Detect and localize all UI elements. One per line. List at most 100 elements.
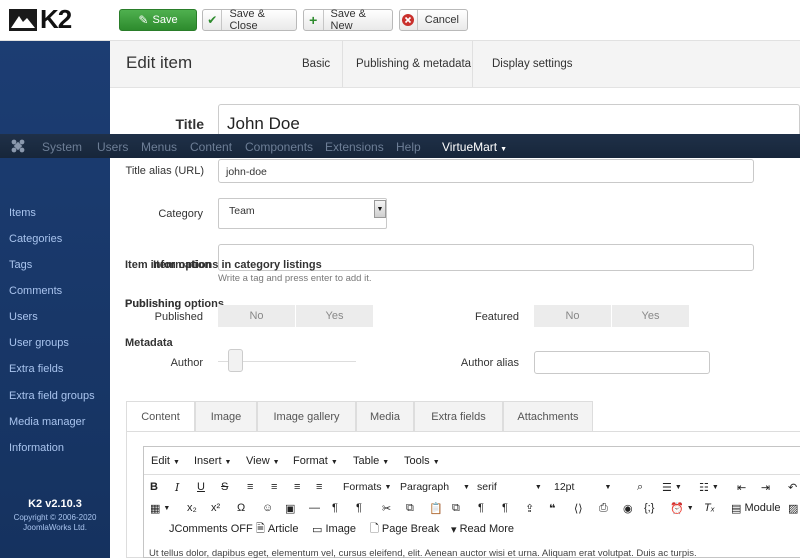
tab-image-gallery[interactable]: Image gallery: [257, 401, 356, 432]
preview-icon[interactable]: ◉: [623, 500, 633, 516]
menu-help[interactable]: Help: [396, 140, 421, 154]
align-right-icon[interactable]: ≡: [294, 479, 300, 495]
print-icon[interactable]: ⎙: [599, 500, 608, 516]
article-button[interactable]: 🗎 Article: [256, 521, 298, 537]
blockquote-icon[interactable]: ❝: [549, 500, 555, 516]
save-close-button[interactable]: ✔ Save & Close: [202, 8, 297, 32]
item-options-heading: Item options in category listings: [153, 259, 322, 271]
tab-attachments[interactable]: Attachments: [503, 401, 593, 432]
joomla-icon[interactable]: [11, 139, 25, 156]
strikethrough-icon[interactable]: S: [221, 479, 228, 495]
menu-extensions[interactable]: Extensions: [325, 140, 384, 154]
sidebar-item-user-groups[interactable]: User groups: [9, 337, 69, 349]
align-justify-icon[interactable]: ≡: [316, 479, 322, 495]
editor-menu-edit[interactable]: Edit ▼: [151, 455, 180, 467]
tab-display-settings[interactable]: Display settings: [492, 58, 573, 70]
published-toggle[interactable]: No Yes: [218, 305, 374, 327]
table-icon[interactable]: ▦ ▼: [150, 500, 170, 516]
menu-menus[interactable]: Menus: [141, 140, 177, 154]
editor-menu-tools[interactable]: Tools ▼: [404, 455, 440, 467]
image-button[interactable]: ▭ Image: [312, 521, 356, 537]
tab-basic[interactable]: Basic: [302, 58, 330, 70]
paragraph-mark-icon[interactable]: ¶: [478, 500, 484, 516]
code-sample-icon[interactable]: {;}: [644, 500, 654, 516]
outdent-icon[interactable]: ⇤: [737, 479, 746, 495]
indent-icon[interactable]: ⇥: [761, 479, 770, 495]
tab-media[interactable]: Media: [356, 401, 414, 432]
editor-menu-insert[interactable]: Insert ▼: [194, 455, 231, 467]
sidebar-item-tags[interactable]: Tags: [9, 259, 32, 271]
numbered-list-icon[interactable]: ☷ ▼: [699, 479, 719, 495]
cancel-button[interactable]: Cancel: [399, 9, 468, 31]
sidebar-item-extra-fields[interactable]: Extra fields: [9, 363, 63, 375]
paste-text-icon[interactable]: ⧉: [452, 500, 460, 516]
menu-components[interactable]: Components: [245, 140, 313, 154]
page-break-button[interactable]: 🗋 Page Break: [370, 521, 439, 537]
editor-menu-view[interactable]: View ▼: [246, 455, 280, 467]
tab-content[interactable]: Content: [126, 401, 195, 432]
special-character-icon[interactable]: Ω: [237, 500, 245, 516]
media-icon[interactable]: ▣: [285, 500, 295, 516]
paste-icon[interactable]: 📋: [429, 500, 443, 516]
published-yes-option[interactable]: Yes: [296, 305, 374, 327]
formats-dropdown[interactable]: Formats ▼: [343, 478, 391, 496]
bullet-list-icon[interactable]: ☰ ▼: [662, 479, 682, 495]
datetime-icon[interactable]: ⏰ ▼: [670, 500, 694, 516]
italic-icon[interactable]: I: [175, 479, 179, 495]
superscript-icon[interactable]: x²: [211, 500, 220, 516]
sidebar-item-media-manager[interactable]: Media manager: [9, 416, 85, 428]
undo-icon[interactable]: ↶: [788, 479, 797, 495]
find-icon[interactable]: ⌕: [637, 479, 643, 495]
sidebar-item-information[interactable]: Information: [9, 442, 64, 454]
featured-yes-option[interactable]: Yes: [612, 305, 690, 327]
horizontal-rule-icon[interactable]: —: [309, 500, 320, 516]
author-picker-handle[interactable]: [228, 349, 243, 372]
menu-virtuemart[interactable]: VirtueMart ▼: [442, 140, 507, 154]
image-insert-icon[interactable]: ▨: [788, 500, 798, 516]
upload-icon[interactable]: ⇪: [525, 500, 534, 516]
featured-no-option[interactable]: No: [534, 305, 612, 327]
menu-system[interactable]: System: [42, 140, 82, 154]
caret-down-icon: ▼: [330, 459, 338, 466]
save-button[interactable]: ✎ Save: [119, 9, 197, 31]
tab-extra-fields[interactable]: Extra fields: [414, 401, 503, 432]
menu-users[interactable]: Users: [97, 140, 128, 154]
sidebar-item-items[interactable]: Items: [9, 207, 36, 219]
alias-input[interactable]: john-doe: [218, 159, 754, 183]
sidebar-item-users[interactable]: Users: [9, 311, 38, 323]
align-center-icon[interactable]: ≡: [271, 479, 277, 495]
sidebar-item-extra-field-groups[interactable]: Extra field groups: [9, 390, 95, 402]
font-family-dropdown[interactable]: serif ▼: [477, 478, 542, 496]
align-left-icon[interactable]: ≡: [247, 479, 253, 495]
tab-publishing-metadata[interactable]: Publishing & metadata: [356, 58, 471, 70]
editor-menu-table[interactable]: Table ▼: [353, 455, 389, 467]
save-new-button[interactable]: + Save & New: [303, 8, 393, 32]
underline-icon[interactable]: U: [197, 479, 205, 495]
bold-icon[interactable]: B: [150, 479, 158, 495]
paragraph-dropdown[interactable]: Paragraph ▼: [400, 478, 470, 496]
editor-body-text[interactable]: Ut tellus dolor, dapibus eget, elementum…: [149, 548, 697, 558]
subscript-icon[interactable]: x₂: [187, 500, 197, 516]
jcomments-button[interactable]: JComments OFF: [169, 521, 253, 537]
featured-toggle[interactable]: No Yes: [534, 305, 690, 327]
rtl-icon[interactable]: ¶: [502, 500, 508, 516]
clear-formatting-icon[interactable]: Tₓ: [704, 500, 715, 516]
module-button[interactable]: ▤ Module: [731, 500, 781, 516]
source-code-icon[interactable]: ⟨⟩: [574, 500, 583, 516]
sidebar-item-comments[interactable]: Comments: [9, 285, 62, 297]
menu-content[interactable]: Content: [190, 140, 232, 154]
ltr-icon[interactable]: ¶: [332, 500, 338, 516]
dropdown-arrow-icon[interactable]: ▼: [374, 200, 386, 218]
copy-icon[interactable]: ⧉: [406, 500, 414, 516]
read-more-button[interactable]: ▾ Read More: [451, 521, 514, 537]
sidebar-item-categories[interactable]: Categories: [9, 233, 62, 245]
author-alias-input[interactable]: [534, 351, 710, 374]
font-size-dropdown[interactable]: 12pt ▼: [554, 478, 611, 496]
show-blocks-icon[interactable]: ¶: [356, 500, 362, 516]
published-no-option[interactable]: No: [218, 305, 296, 327]
tab-image[interactable]: Image: [195, 401, 257, 432]
category-select[interactable]: Team: [218, 198, 387, 229]
cut-icon[interactable]: ✂: [382, 500, 391, 516]
emoticon-icon[interactable]: ☺: [262, 500, 273, 516]
editor-menu-format[interactable]: Format ▼: [293, 455, 338, 467]
